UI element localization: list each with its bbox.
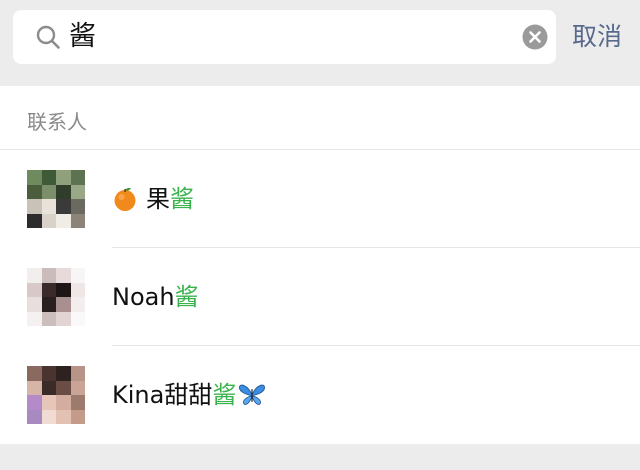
avatar <box>27 170 85 228</box>
contact-name: Noah 酱 <box>112 280 199 314</box>
contact-name-prefix: Noah <box>112 283 175 311</box>
avatar <box>27 268 85 326</box>
contact-row[interactable]: Noah 酱 <box>0 248 640 346</box>
section-header: 联系人 <box>0 86 640 150</box>
search-bar: 酱 取消 <box>0 0 640 76</box>
section-title: 联系人 <box>27 110 87 134</box>
search-icon <box>36 25 60 49</box>
clear-icon[interactable] <box>522 24 548 50</box>
contact-name-prefix: 果 <box>146 185 170 213</box>
search-query-text[interactable]: 酱 <box>69 18 96 56</box>
contact-name-prefix: Kina甜甜 <box>112 381 213 409</box>
butterfly-emoji-icon <box>239 384 266 405</box>
cancel-button[interactable]: 取消 <box>572 10 622 64</box>
search-input[interactable]: 酱 <box>13 10 556 64</box>
contact-name-match: 酱 <box>170 185 194 213</box>
contact-row[interactable]: 果酱 <box>0 150 640 248</box>
orange-emoji-icon <box>114 188 136 211</box>
avatar <box>27 366 85 424</box>
bottom-strip <box>0 444 640 470</box>
contact-name: Kina甜甜酱 <box>112 378 266 412</box>
search-results: 联系人 果酱 Noah 酱 Kina甜甜 酱 <box>0 86 640 444</box>
contact-name-match: 酱 <box>174 283 199 311</box>
contact-name-match: 酱 <box>212 381 237 409</box>
contact-name: 果酱 <box>112 182 194 216</box>
contact-row[interactable]: Kina甜甜酱 <box>0 346 640 444</box>
